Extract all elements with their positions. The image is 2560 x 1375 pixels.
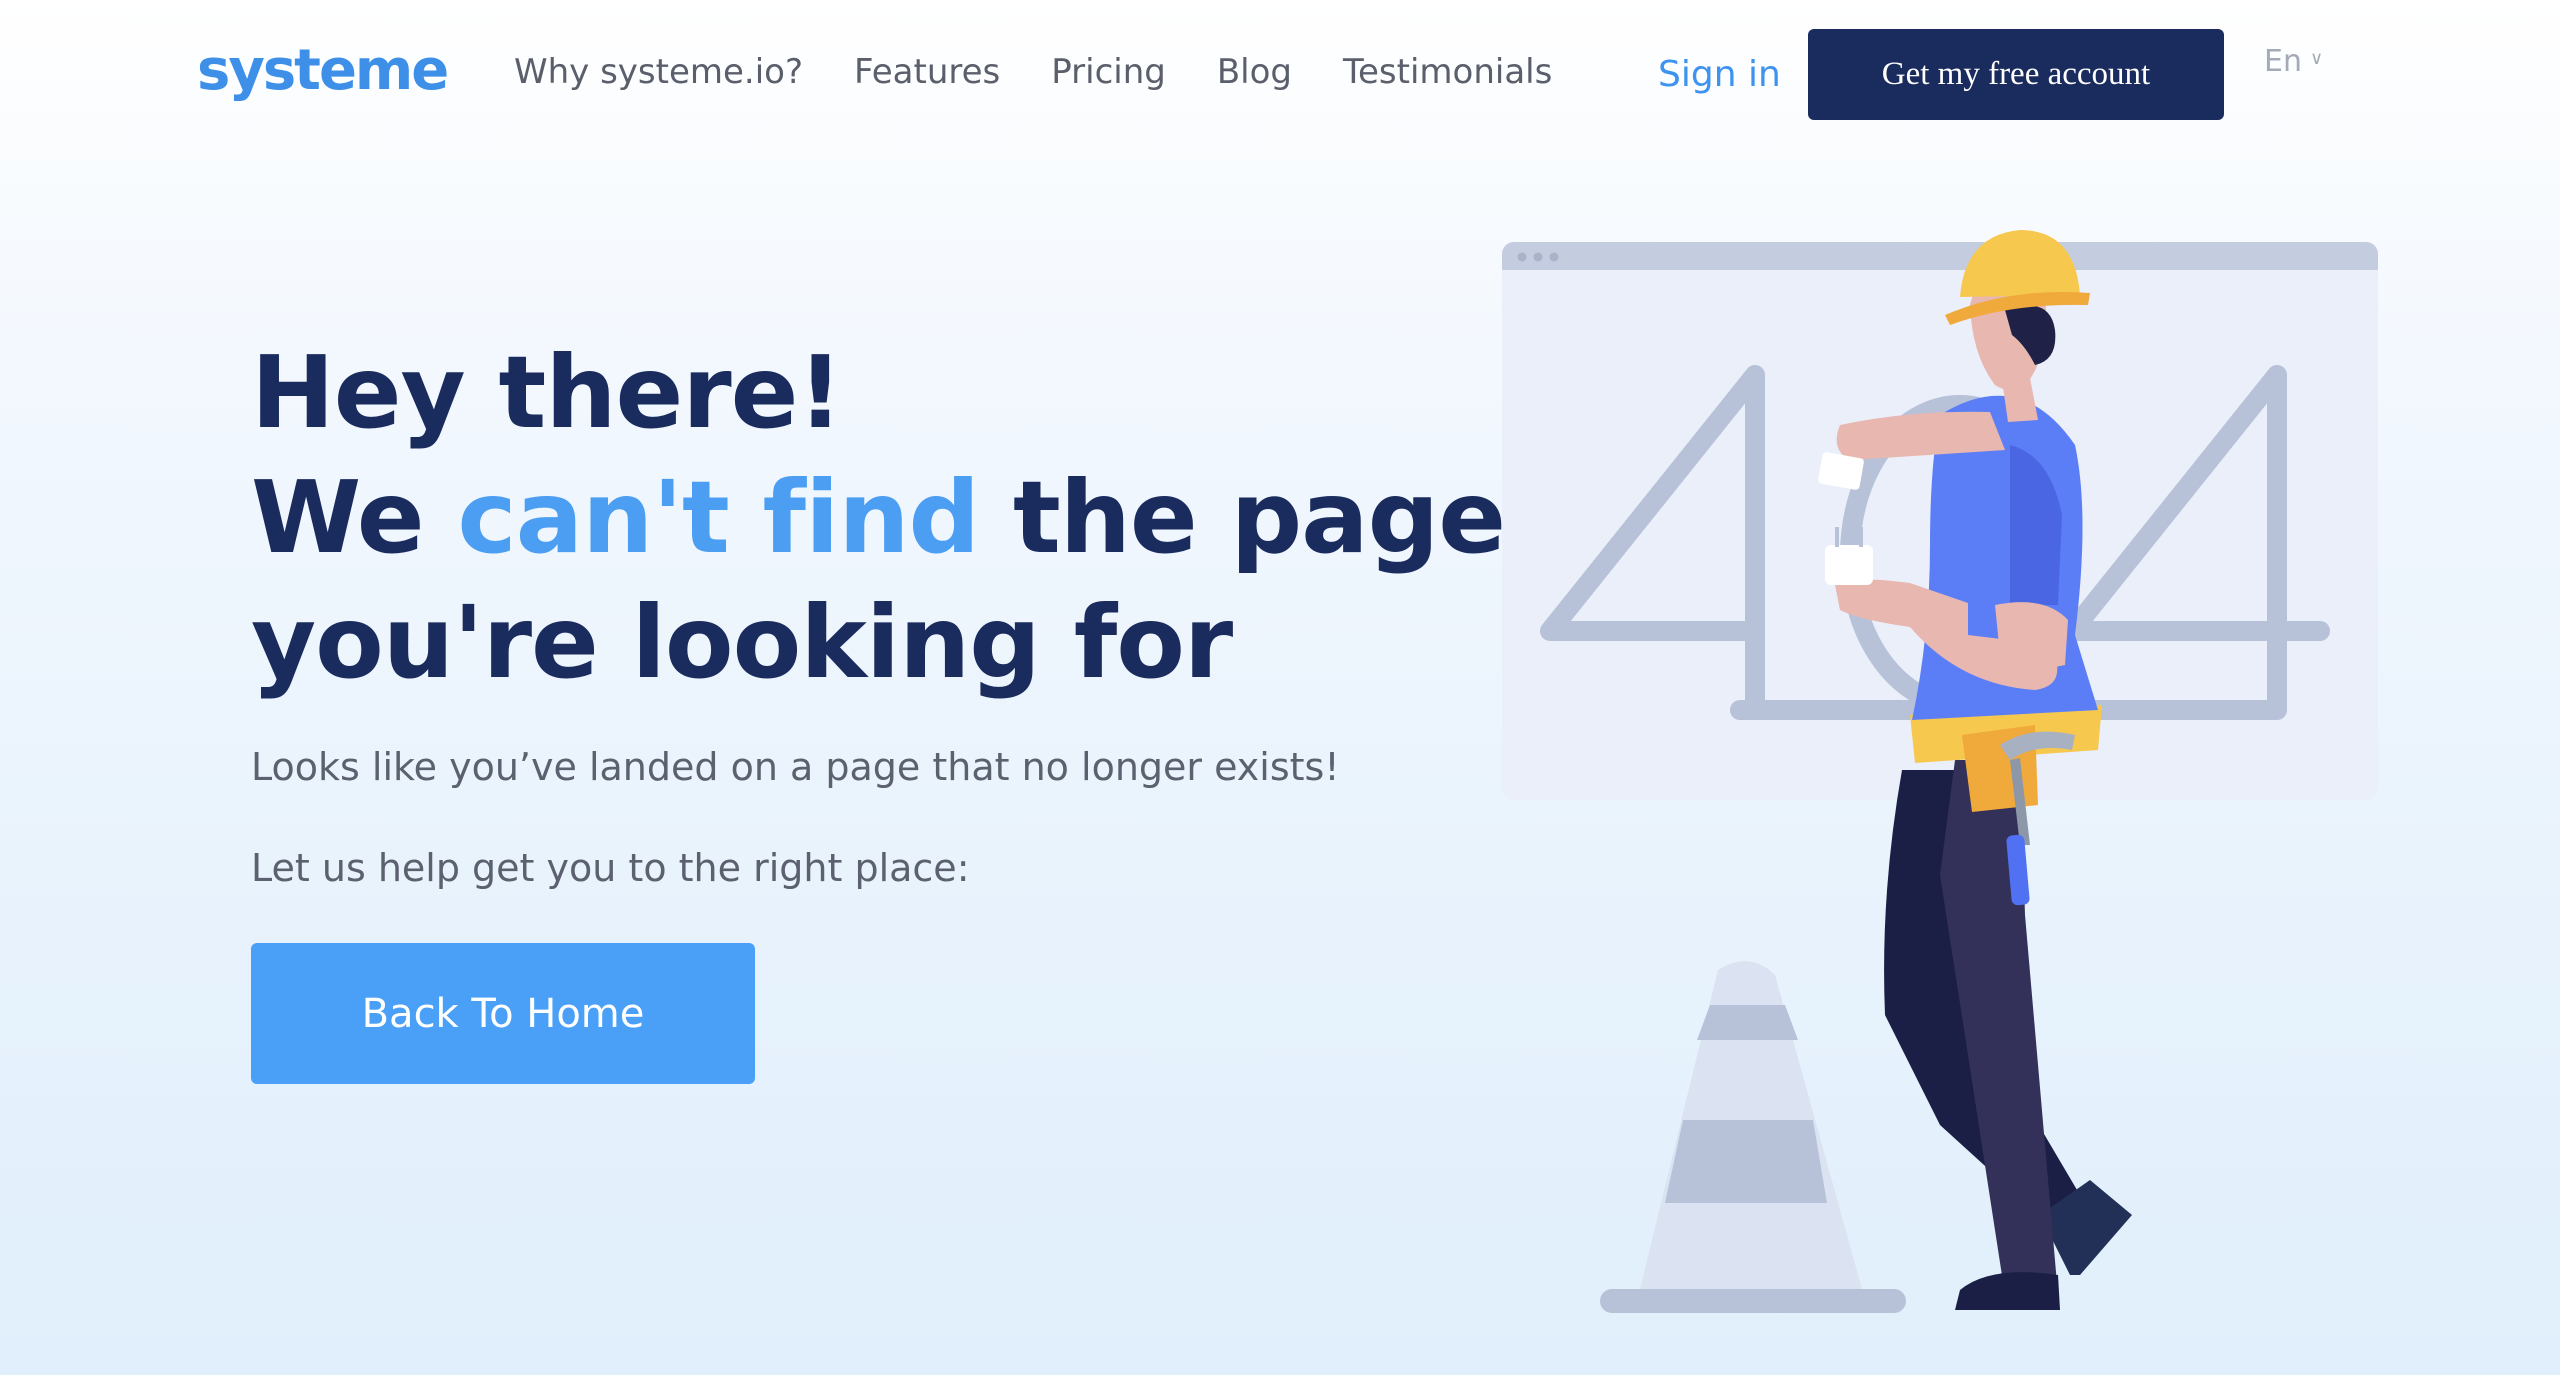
- sign-in-link[interactable]: Sign in: [1658, 54, 1781, 95]
- main-nav: Why systeme.io? Features Pricing Blog Te…: [514, 52, 1603, 92]
- title-line-2-post: the page: [979, 459, 1506, 576]
- language-selector[interactable]: En ∨: [2264, 44, 2323, 79]
- nav-pricing[interactable]: Pricing: [1051, 52, 1166, 92]
- not-found-message: Looks like you’ve landed on a page that …: [251, 745, 1340, 789]
- title-line-2: We can't find the page: [251, 455, 1506, 580]
- systeme-logo[interactable]: systeme: [197, 38, 449, 103]
- nav-testimonials[interactable]: Testimonials: [1343, 52, 1552, 92]
- nav-features[interactable]: Features: [854, 52, 1000, 92]
- traffic-cone-graphic: [1600, 961, 1906, 1313]
- worker-404-illustration: [1502, 230, 2378, 1313]
- nav-why-systeme[interactable]: Why systeme.io?: [514, 52, 803, 92]
- help-message: Let us help get you to the right place:: [251, 846, 970, 890]
- title-line-3: you're looking for: [251, 584, 1233, 701]
- title-line-1: Hey there!: [251, 334, 843, 451]
- page-title: Hey there! We can't find the page you're…: [251, 330, 1506, 705]
- language-label: En: [2264, 44, 2302, 79]
- nav-blog[interactable]: Blog: [1217, 52, 1292, 92]
- get-free-account-button[interactable]: Get my free account: [1808, 29, 2224, 120]
- title-line-2-accent: can't find: [457, 459, 980, 576]
- title-line-2-pre: We: [251, 459, 458, 576]
- back-to-home-button[interactable]: Back To Home: [251, 943, 755, 1084]
- chevron-down-icon: ∨: [2309, 48, 2324, 69]
- top-navigation: systeme Why systeme.io? Features Pricing…: [0, 0, 2560, 150]
